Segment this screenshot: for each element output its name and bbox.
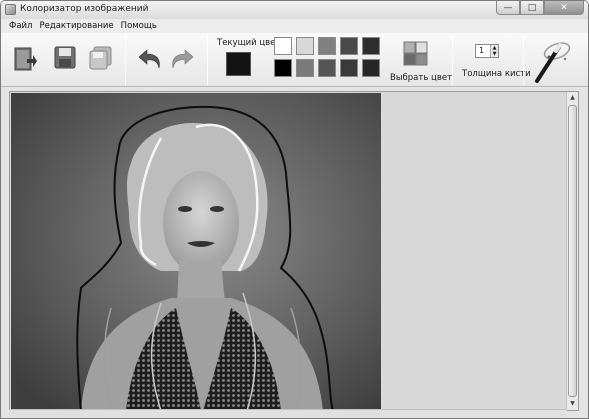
horizontal-scrollbar[interactable] — [9, 409, 567, 417]
brush-thickness-value[interactable]: 1 — [479, 46, 484, 55]
current-color-swatch[interactable] — [226, 52, 251, 76]
canvas-area[interactable]: ▲ ▼ — [9, 91, 579, 411]
toolbar-separator — [523, 35, 524, 85]
app-window: Колоризатор изображений — □ ✕ Файл Редак… — [0, 0, 589, 419]
palette-swatch[interactable] — [318, 37, 336, 55]
toolbar-separator — [125, 35, 126, 85]
close-button[interactable]: ✕ — [544, 1, 584, 15]
palette-swatch[interactable] — [296, 37, 314, 55]
undo-icon[interactable] — [137, 47, 163, 71]
current-color-label: Текущий цвет — [217, 38, 281, 48]
maximize-button[interactable]: □ — [520, 1, 544, 15]
spinner-arrows-icon[interactable]: ▲ ▼ — [490, 45, 498, 57]
palette-swatch[interactable] — [274, 59, 292, 77]
open-file-icon[interactable] — [13, 45, 37, 73]
brush-thickness-spinner[interactable]: 1 ▲ ▼ — [475, 44, 499, 58]
color-picker-icon[interactable] — [403, 41, 429, 67]
redo-icon[interactable] — [169, 47, 195, 71]
menu-help[interactable]: Помощь — [121, 21, 157, 31]
brush-thickness-label: Толщина кисти — [462, 69, 531, 79]
minimize-button[interactable]: — — [496, 1, 520, 15]
menu-file[interactable]: Файл — [9, 21, 32, 31]
toolbar: Текущий цвет Выбрать цвет 1 ▲ ▼ Толщина … — [1, 33, 588, 87]
palette-swatch[interactable] — [274, 37, 292, 55]
palette-swatch[interactable] — [296, 59, 314, 77]
scroll-up-icon[interactable]: ▲ — [567, 92, 578, 104]
color-palette — [274, 37, 384, 81]
vertical-scrollbar[interactable]: ▲ ▼ — [566, 92, 578, 410]
title-bar[interactable]: Колоризатор изображений — □ ✕ — [1, 1, 588, 19]
palette-swatch[interactable] — [340, 37, 358, 55]
palette-swatch[interactable] — [362, 59, 380, 77]
save-icon[interactable] — [54, 46, 76, 70]
window-title: Колоризатор изображений — [20, 4, 149, 14]
menu-bar: Файл Редактирование Помощь — [1, 19, 588, 33]
palette-swatch[interactable] — [318, 59, 336, 77]
save-as-icon[interactable] — [89, 46, 113, 70]
palette-swatch[interactable] — [362, 37, 380, 55]
window-controls: — □ ✕ — [496, 1, 584, 15]
scroll-down-icon[interactable]: ▼ — [567, 398, 578, 410]
palette-swatch[interactable] — [340, 59, 358, 77]
menu-edit[interactable]: Редактирование — [39, 21, 113, 31]
pick-color-label[interactable]: Выбрать цвет — [390, 73, 452, 83]
toolbar-separator — [207, 35, 208, 85]
app-icon — [5, 4, 16, 15]
scroll-thumb[interactable] — [568, 105, 577, 397]
magic-wand-icon[interactable] — [529, 37, 575, 85]
image-canvas[interactable] — [11, 93, 381, 411]
toolbar-separator — [452, 35, 453, 85]
